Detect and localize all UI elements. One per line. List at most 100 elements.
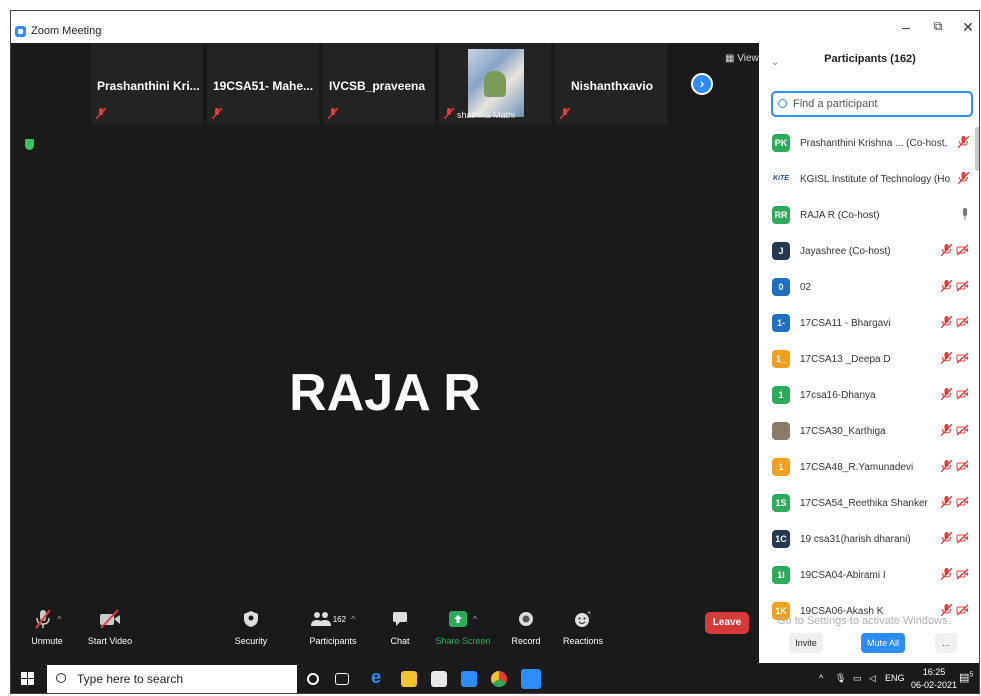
participant-row[interactable]: RR RAJA R (Co-host) xyxy=(759,197,979,233)
grid-icon: ▦ xyxy=(725,53,738,64)
participant-status-icons xyxy=(941,280,969,292)
muted-mic-icon xyxy=(941,568,952,580)
muted-mic-icon xyxy=(941,352,952,364)
restore-button[interactable]: ⧉ xyxy=(927,19,949,34)
video-off-icon xyxy=(956,460,969,472)
task-view-icon[interactable] xyxy=(335,673,349,685)
zoom-taskbar-icon[interactable] xyxy=(521,669,541,689)
chevron-up-icon[interactable]: ^ xyxy=(473,614,477,624)
participant-avatar: RR xyxy=(772,206,790,224)
participant-status-icons xyxy=(941,424,969,436)
participant-row[interactable]: 0 02 xyxy=(759,269,979,305)
video-off-icon xyxy=(956,352,969,364)
microphone-icon[interactable]: 🎙 xyxy=(835,673,846,684)
participants-count: 162 xyxy=(332,614,347,624)
participant-row[interactable]: PK Prashanthini Krishna ... (Co-host, me) xyxy=(759,125,979,161)
language-indicator[interactable]: ENG xyxy=(885,673,905,683)
encryption-shield-icon[interactable] xyxy=(25,139,34,150)
clock-date: 06-02-2021 xyxy=(911,680,958,690)
participant-row[interactable]: 1_ 17CSA13 _Deepa D xyxy=(759,341,979,377)
security-button[interactable]: Security xyxy=(233,606,269,646)
record-button[interactable]: Record xyxy=(509,606,543,646)
participant-status-icons xyxy=(941,352,969,364)
minimize-button[interactable]: – xyxy=(895,19,917,35)
network-icon[interactable]: ▭ xyxy=(853,673,862,684)
muted-mic-icon xyxy=(941,496,952,508)
participant-avatar: 1C xyxy=(772,530,790,548)
participant-name: RAJA R (Co-host) xyxy=(800,209,880,221)
taskbar-search-placeholder: Type here to search xyxy=(77,672,184,686)
participant-thumb[interactable]: 19CSA51- Mahe... xyxy=(207,43,319,125)
mute-all-button[interactable]: Mute All xyxy=(861,633,905,653)
leave-button[interactable]: Leave xyxy=(705,612,749,634)
participant-thumb[interactable]: Prashanthini Kri... xyxy=(91,43,203,125)
participant-thumb[interactable]: shathika Mathi xyxy=(439,43,551,125)
participant-row[interactable]: 1I 19CSA04-Abirami I xyxy=(759,557,979,593)
participant-row[interactable]: KiTE KGISL Institute of Technology (Host) xyxy=(759,161,979,197)
participant-thumb-name: Nishanthxavio xyxy=(571,79,654,93)
share-screen-button[interactable]: ^ Share Screen xyxy=(433,606,493,646)
title-bar: Zoom Meeting – ⧉ ✕ xyxy=(11,11,979,43)
participants-panel-title: Participants (162) xyxy=(824,53,916,65)
windows-start-button[interactable] xyxy=(21,672,35,686)
participant-row[interactable]: 1- 17CSA11 - Bhargavi xyxy=(759,305,979,341)
participant-row[interactable]: 17CSA30_Karthiga xyxy=(759,413,979,449)
edge-icon[interactable]: e xyxy=(371,667,387,687)
muted-mic-icon xyxy=(941,244,952,256)
participant-status-icons xyxy=(941,388,969,400)
close-button[interactable]: ✕ xyxy=(957,19,979,36)
unmute-button[interactable]: ^ Unmute xyxy=(29,606,65,646)
scrollbar-thumb[interactable] xyxy=(975,127,979,171)
store-icon[interactable] xyxy=(431,671,447,687)
participant-row[interactable]: 1S 17CSA54_Reethika Shanker xyxy=(759,485,979,521)
participant-avatar: 1- xyxy=(772,314,790,332)
participants-panel-footer: Go to Settings to activate Windows. Invi… xyxy=(759,615,979,663)
more-button[interactable]: ... xyxy=(935,633,957,653)
participant-status-icons xyxy=(941,532,969,544)
taskbar-search-input[interactable]: Type here to search xyxy=(47,665,297,693)
muted-mic-icon xyxy=(35,609,52,629)
taskbar-clock[interactable]: 16:25 06-02-2021 xyxy=(911,666,957,692)
chat-label: Chat xyxy=(390,636,410,646)
participant-thumb[interactable]: IVCSB_praveena xyxy=(323,43,435,125)
participant-row[interactable]: 1 17CSA48_R.Yamunadevi xyxy=(759,449,979,485)
participant-avatar: 0 xyxy=(772,278,790,296)
muted-mic-icon xyxy=(560,108,570,119)
participants-button[interactable]: 162 ^ Participants xyxy=(301,606,365,646)
muted-mic-icon xyxy=(958,136,969,148)
view-button[interactable]: ▦ View xyxy=(725,53,759,64)
reactions-button[interactable]: + Reactions xyxy=(563,606,603,646)
chevron-up-icon[interactable]: ^ xyxy=(819,673,823,683)
participant-row[interactable]: 1C 19 csa31(harish dharani) xyxy=(759,521,979,557)
file-explorer-icon[interactable] xyxy=(401,671,417,687)
participants-panel: ⌄ Participants (162) Find a participant … xyxy=(759,43,979,663)
notification-count: 5 xyxy=(969,671,974,679)
participant-list: PK Prashanthini Krishna ... (Co-host, me)… xyxy=(759,125,979,625)
video-off-icon xyxy=(956,280,969,292)
chevron-up-icon[interactable]: ^ xyxy=(57,614,61,624)
volume-icon[interactable]: ◁ xyxy=(869,673,876,684)
invite-button[interactable]: Invite xyxy=(789,633,823,653)
chrome-icon[interactable] xyxy=(491,671,507,687)
start-video-label: Start Video xyxy=(87,636,133,646)
participant-avatar: KiTE xyxy=(772,170,790,188)
participant-thumb[interactable]: Nishanthxavio xyxy=(555,43,667,125)
participant-avatar: 1_ xyxy=(772,350,790,368)
mic-icon xyxy=(963,208,967,220)
participant-avatar: 1I xyxy=(772,566,790,584)
muted-mic-icon xyxy=(941,532,952,544)
record-label: Record xyxy=(511,636,541,646)
participant-row[interactable]: 1 17csa16-Dhanya xyxy=(759,377,979,413)
participant-row[interactable]: J Jayashree (Co-host) xyxy=(759,233,979,269)
muted-mic-icon xyxy=(941,460,952,472)
notification-icon[interactable]: ▤5 xyxy=(959,671,973,684)
participant-status-icons xyxy=(958,172,969,184)
mail-icon[interactable] xyxy=(461,671,477,687)
gallery-next-button[interactable]: › xyxy=(691,73,713,95)
cortana-icon[interactable] xyxy=(307,673,319,685)
muted-mic-icon xyxy=(96,108,106,119)
start-video-button[interactable]: Start Video xyxy=(87,606,133,646)
chevron-up-icon[interactable]: ^ xyxy=(351,614,355,624)
participant-search-input[interactable]: Find a participant xyxy=(771,91,973,117)
chat-button[interactable]: Chat xyxy=(385,606,415,646)
